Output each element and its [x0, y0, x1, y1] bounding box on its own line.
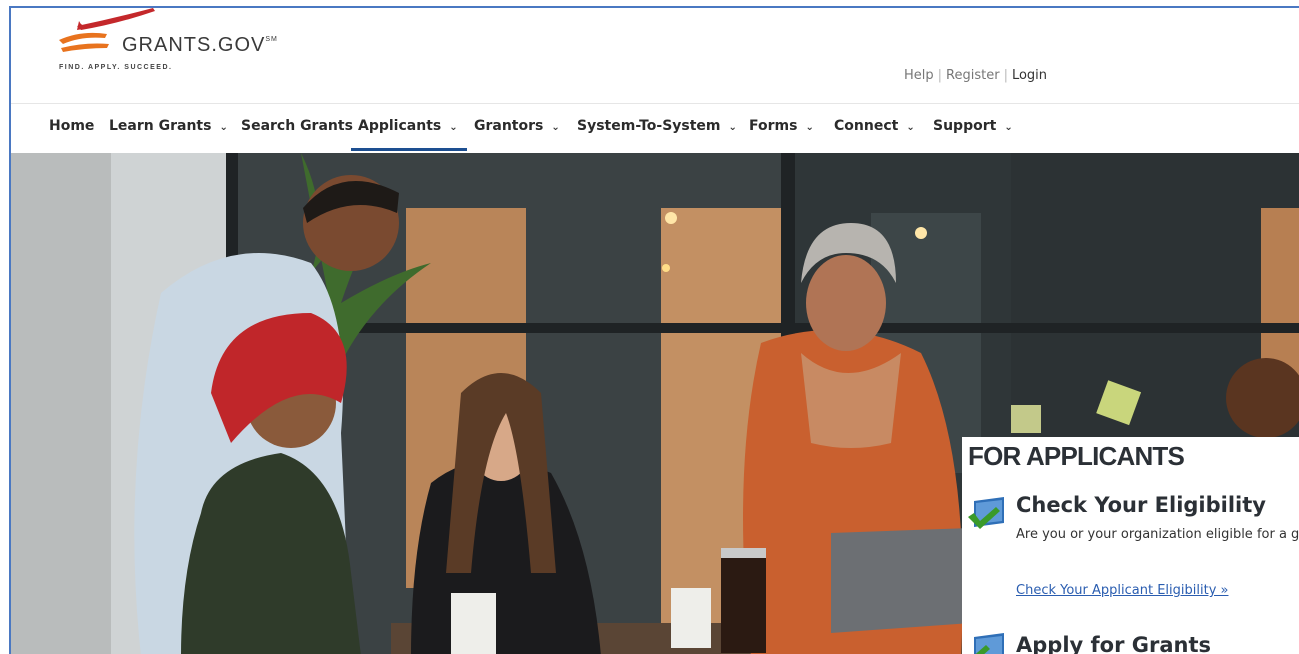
chevron-down-icon: ⌄: [728, 122, 737, 133]
main-nav: Home Learn Grants ⌄ Search Grants Applica…: [11, 104, 1299, 153]
nav-applicants[interactable]: Applicants ⌄: [358, 118, 458, 134]
check-applicant-eligibility-link[interactable]: Check Your Applicant Eligibility »: [1016, 583, 1228, 598]
nav-home[interactable]: Home: [49, 118, 94, 134]
nav-support[interactable]: Support ⌄: [933, 118, 1013, 134]
nav-system-to-system[interactable]: System-To-System ⌄: [577, 118, 737, 134]
check-eligibility-heading: Check Your Eligibility: [1016, 493, 1266, 517]
chevron-down-icon: ⌄: [449, 122, 458, 133]
check-eligibility-description: Are you or your organization eligible fo…: [1016, 527, 1299, 542]
apply-monitor-icon: [974, 633, 1004, 654]
nav-grantors[interactable]: Grantors ⌄: [474, 118, 560, 134]
active-nav-indicator: [351, 148, 467, 151]
nav-learn-grants[interactable]: Learn Grants ⌄: [109, 118, 228, 134]
nav-connect[interactable]: Connect ⌄: [834, 118, 915, 134]
nav-forms[interactable]: Forms ⌄: [749, 118, 814, 134]
chevron-down-icon: ⌄: [906, 122, 915, 133]
help-link[interactable]: Help: [904, 68, 934, 83]
checkmark-monitor-icon: [968, 497, 1004, 529]
login-link[interactable]: Login: [1012, 68, 1047, 83]
nav-search-grants[interactable]: Search Grants: [241, 118, 353, 134]
apply-for-grants-heading: Apply for Grants: [1016, 633, 1211, 654]
register-link[interactable]: Register: [946, 68, 1000, 83]
chevron-down-icon: ⌄: [805, 122, 814, 133]
logo-wordmark: GRANTS.GOVSM: [122, 34, 278, 56]
logo-tagline: FIND. APPLY. SUCCEED.: [59, 64, 173, 71]
chevron-down-icon: ⌄: [1004, 122, 1013, 133]
browser-frame: GRANTS.GOVSM FIND. APPLY. SUCCEED. Help |…: [9, 6, 1299, 654]
utility-links: Help | Register | Login: [904, 68, 1048, 83]
site-header: GRANTS.GOVSM FIND. APPLY. SUCCEED. Help |…: [11, 8, 1299, 104]
card-title: FOR APPLICANTS: [968, 441, 1185, 471]
chevron-down-icon: ⌄: [219, 122, 228, 133]
chevron-down-icon: ⌄: [551, 122, 560, 133]
grants-gov-logo[interactable]: GRANTS.GOVSM FIND. APPLY. SUCCEED.: [55, 8, 335, 78]
for-applicants-card: FOR APPLICANTS Check Your Eligibility Ar…: [962, 437, 1299, 654]
